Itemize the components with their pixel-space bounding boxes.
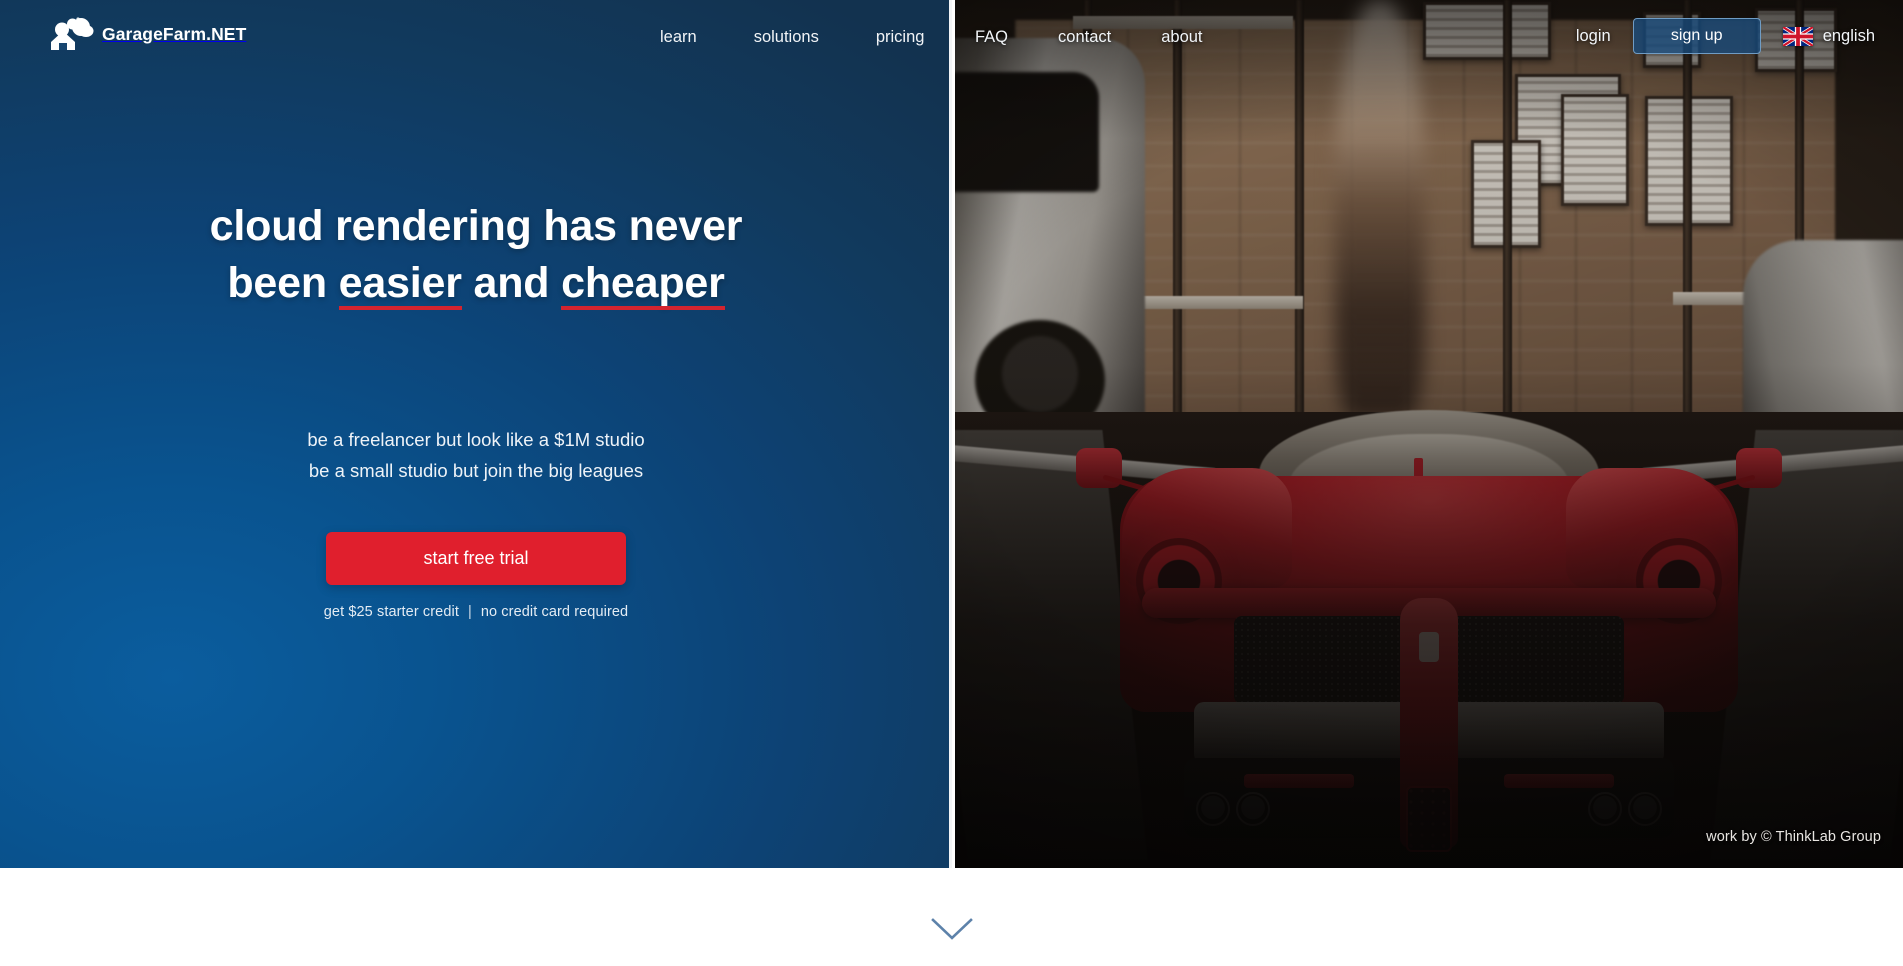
photo-overlay <box>955 0 1903 868</box>
login-link[interactable]: login <box>1576 27 1611 46</box>
primary-nav-right: FAQ contact about <box>975 28 1203 47</box>
uk-flag-icon <box>1782 26 1813 46</box>
language-selector[interactable]: english <box>1782 26 1875 46</box>
brand-name: GarageFarm.NET <box>102 23 247 44</box>
page-title: cloud rendering has never been easier an… <box>210 198 743 312</box>
primary-nav-left: learn solutions pricing <box>660 28 924 47</box>
nav-item-contact[interactable]: contact <box>1058 28 1111 47</box>
nav-item-pricing[interactable]: pricing <box>876 28 925 47</box>
subheading-line-2: be a small studio but join the big leagu… <box>308 460 644 481</box>
headline-emphasis-easier: easier <box>338 255 462 312</box>
cta-note-separator: | <box>467 604 472 620</box>
landing-page: work by © ThinkLab Group cloud rendering… <box>0 0 1903 966</box>
hero-content: cloud rendering has never been easier an… <box>0 0 952 868</box>
brand-logo-link[interactable]: GarageFarm.NET <box>48 14 246 54</box>
hero-section: work by © ThinkLab Group cloud rendering… <box>0 0 1903 868</box>
showroom-photo <box>955 0 1903 868</box>
cta-note-credit: get $25 starter credit <box>323 604 459 620</box>
cta-note: get $25 starter credit | no credit card re… <box>324 604 628 620</box>
nav-item-about[interactable]: about <box>1161 28 1202 47</box>
hero-image-panel: work by © ThinkLab Group <box>955 0 1903 868</box>
below-hero-strip <box>0 868 1903 966</box>
subheading-line-1: be a freelancer but look like a $1M stud… <box>307 429 645 450</box>
headline-line-1: cloud rendering has never <box>209 202 743 250</box>
headline-emphasis-cheaper: cheaper <box>561 255 725 312</box>
language-label: english <box>1822 26 1875 45</box>
nav-item-learn[interactable]: learn <box>660 28 697 47</box>
photo-credit: work by © ThinkLab Group <box>1706 829 1881 845</box>
start-free-trial-button[interactable]: start free trial <box>326 532 626 585</box>
top-navigation-bar: GarageFarm.NET learn solutions pricing F… <box>0 0 1903 72</box>
nav-item-solutions[interactable]: solutions <box>754 28 819 47</box>
sign-up-button[interactable]: sign up <box>1632 18 1761 54</box>
headline-line-2-mid: and <box>461 259 562 307</box>
account-controls: login sign up english <box>1576 18 1875 54</box>
chevron-down-icon[interactable] <box>930 916 974 942</box>
garage-cloud-logo-icon <box>48 14 94 54</box>
nav-item-faq[interactable]: FAQ <box>975 28 1008 47</box>
cta-note-nocard: no credit card required <box>480 604 629 620</box>
headline-line-2-pre: been <box>227 259 339 307</box>
hero-subheading: be a freelancer but look like a $1M stud… <box>307 424 644 486</box>
